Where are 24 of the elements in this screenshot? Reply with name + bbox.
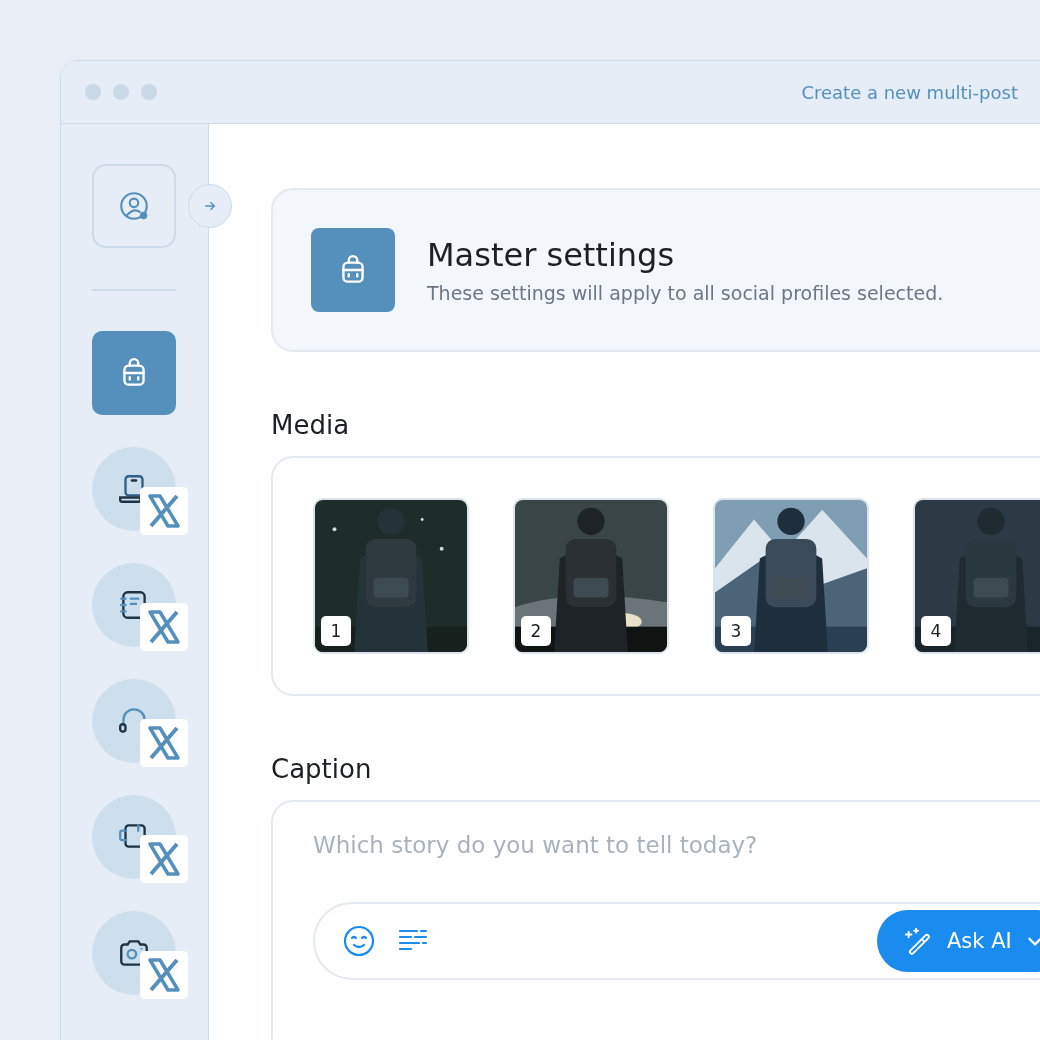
master-settings-button[interactable]: [92, 331, 176, 415]
arrow-right-icon: [203, 199, 217, 213]
account-button[interactable]: [92, 164, 176, 248]
order-badge: 1: [321, 616, 351, 646]
window-control-dot[interactable]: [113, 84, 129, 100]
media-heading: Media: [271, 410, 350, 440]
magic-wand-icon: [903, 926, 933, 956]
order-badge: 2: [521, 616, 551, 646]
order-badge: 3: [721, 616, 751, 646]
window-control-dot[interactable]: [85, 84, 101, 100]
media-thumbnail[interactable]: 4: [913, 498, 1040, 654]
order-badge: 4: [921, 616, 951, 646]
section-title: Master settings: [427, 236, 676, 274]
media-thumbnail[interactable]: 1: [313, 498, 469, 654]
emoji-button[interactable]: [343, 925, 375, 957]
window-control-dot[interactable]: [141, 84, 157, 100]
window-title: Create a new multi-post: [801, 81, 1018, 103]
media-thumbnail[interactable]: 3: [713, 498, 869, 654]
caption-heading: Caption: [271, 754, 372, 784]
user-icon: [117, 189, 151, 223]
media-thumbnail[interactable]: 2: [513, 498, 669, 654]
section-description: These settings will apply to all social profiles selected.: [427, 282, 944, 304]
caption-field[interactable]: Which story do you want to tell today?: [313, 832, 1013, 858]
smiley-icon: [343, 925, 375, 957]
